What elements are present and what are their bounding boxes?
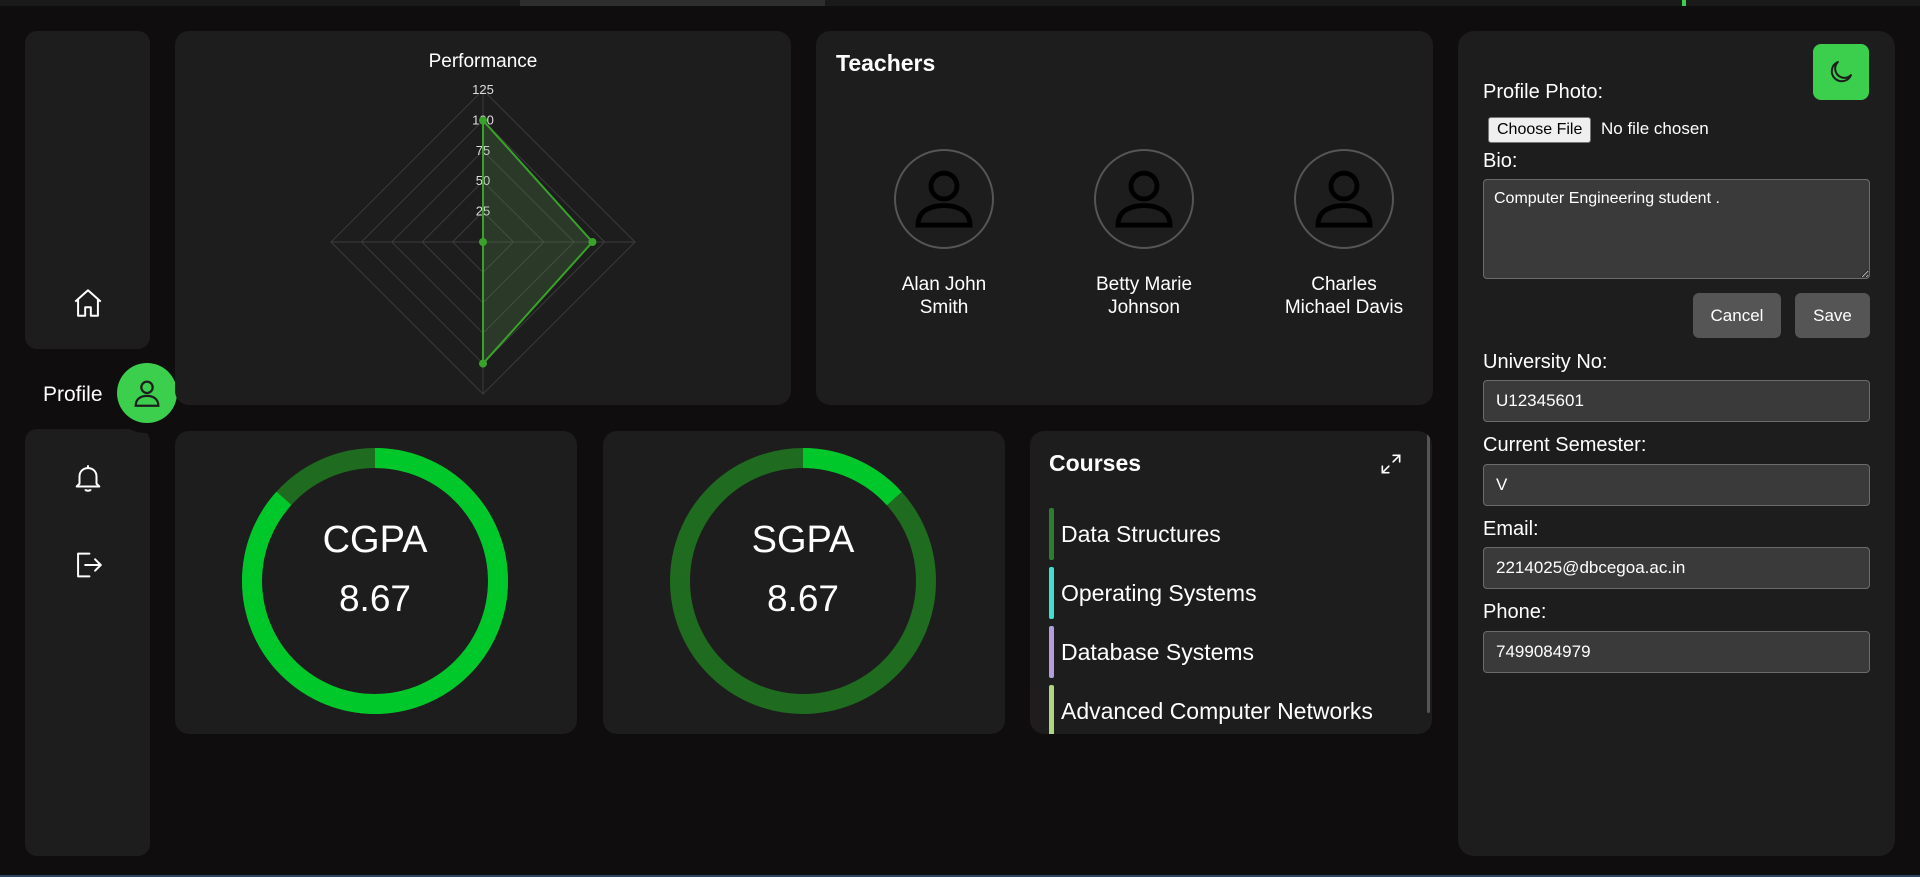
performance-card: Performance 255075100125 <box>175 31 791 405</box>
theme-toggle-button[interactable] <box>1813 44 1869 100</box>
top-bar-highlight <box>520 0 825 6</box>
radar-tick-label: 125 <box>472 82 494 97</box>
teacher-name: Alan John Smith <box>901 274 987 318</box>
courses-title: Courses <box>1049 450 1142 476</box>
courses-scrollbar[interactable] <box>1427 433 1430 713</box>
phone-input[interactable] <box>1483 631 1870 673</box>
teacher-card[interactable]: Alan John Smith <box>854 149 1034 319</box>
university-no-input[interactable] <box>1483 380 1870 422</box>
user-icon <box>915 170 973 228</box>
radar-series <box>479 116 597 368</box>
performance-radar-chart: Performance 255075100125 <box>330 51 636 395</box>
sgpa-gauge: SGPA 8.67 <box>670 448 936 714</box>
course-color-bar <box>1049 508 1054 560</box>
user-icon <box>134 380 160 407</box>
teachers-card: Teachers Alan John Smith Betty Marie Johns… <box>816 31 1433 405</box>
radar-data-point <box>479 238 487 246</box>
gauge-value: 8.67 <box>339 578 411 619</box>
profile-photo-label: Profile Photo: <box>1483 81 1604 103</box>
user-icon <box>1115 170 1173 228</box>
teacher-name: Charles Michael Davis <box>1284 274 1404 318</box>
cgpa-gauge: CGPA 8.67 <box>242 448 508 714</box>
choose-file-button[interactable]: Choose File <box>1488 117 1592 143</box>
gauge-label: SGPA <box>752 519 855 561</box>
gauge-value: 8.67 <box>767 578 839 619</box>
top-bar <box>0 0 1920 6</box>
course-color-bar <box>1049 626 1054 678</box>
email-input[interactable] <box>1483 547 1870 589</box>
expand-icon[interactable] <box>1378 451 1404 477</box>
cgpa-card: CGPA 8.67 <box>175 431 577 734</box>
teacher-avatar <box>1294 149 1394 249</box>
teacher-avatar <box>894 149 994 249</box>
teachers-title: Teachers <box>836 50 936 76</box>
moon-icon <box>1830 61 1852 83</box>
course-item[interactable]: Database Systems <box>1049 626 1373 678</box>
phone-label: Phone: <box>1483 601 1547 623</box>
course-item[interactable]: Advanced Computer Networks <box>1049 685 1373 734</box>
radar-data-point <box>479 116 487 125</box>
current-semester-input[interactable] <box>1483 464 1870 506</box>
course-item[interactable]: Operating Systems <box>1049 567 1373 619</box>
radar-data-point <box>588 238 597 246</box>
top-bar-accent <box>1682 0 1686 6</box>
course-list: Data Structures Operating Systems Databa… <box>1049 508 1373 734</box>
home-icon <box>74 289 102 317</box>
file-status: No file chosen <box>1601 119 1709 138</box>
sidebar-item-home[interactable] <box>68 283 108 323</box>
sidebar-item-profile-label[interactable]: Profile <box>43 383 103 407</box>
bell-icon <box>75 465 101 492</box>
save-button[interactable]: Save <box>1795 293 1870 338</box>
cancel-button[interactable]: Cancel <box>1693 293 1781 338</box>
logout-icon <box>77 552 102 578</box>
teacher-avatar <box>1094 149 1194 249</box>
sidebar-item-logout[interactable] <box>68 545 108 585</box>
user-icon <box>1315 170 1373 228</box>
teacher-card[interactable]: Charles Michael Davis <box>1254 149 1434 319</box>
bio-textarea[interactable]: Computer Engineering student . <box>1483 179 1870 279</box>
courses-card: Courses Data Structures Operating System… <box>1030 431 1432 734</box>
course-item[interactable]: Data Structures <box>1049 508 1373 560</box>
teacher-card[interactable]: Betty Marie Johnson <box>1054 149 1234 319</box>
profile-form-panel: Profile Photo: Choose File No file chose… <box>1458 31 1895 856</box>
gauge-label: CGPA <box>323 519 429 561</box>
email-label: Email: <box>1483 518 1539 540</box>
chart-title: Performance <box>429 51 538 72</box>
radar-data-point <box>479 359 487 368</box>
sgpa-card: SGPA 8.67 <box>603 431 1005 734</box>
sidebar-item-profile[interactable] <box>117 363 177 423</box>
course-color-bar <box>1049 685 1054 734</box>
bio-label: Bio: <box>1483 150 1518 172</box>
radar-series-area <box>482 117 594 367</box>
course-color-bar <box>1049 567 1054 619</box>
current-semester-label: Current Semester: <box>1483 434 1647 456</box>
university-no-label: University No: <box>1483 351 1608 373</box>
sidebar-item-notifications[interactable] <box>68 458 108 498</box>
teacher-name: Betty Marie Johnson <box>1095 274 1193 318</box>
